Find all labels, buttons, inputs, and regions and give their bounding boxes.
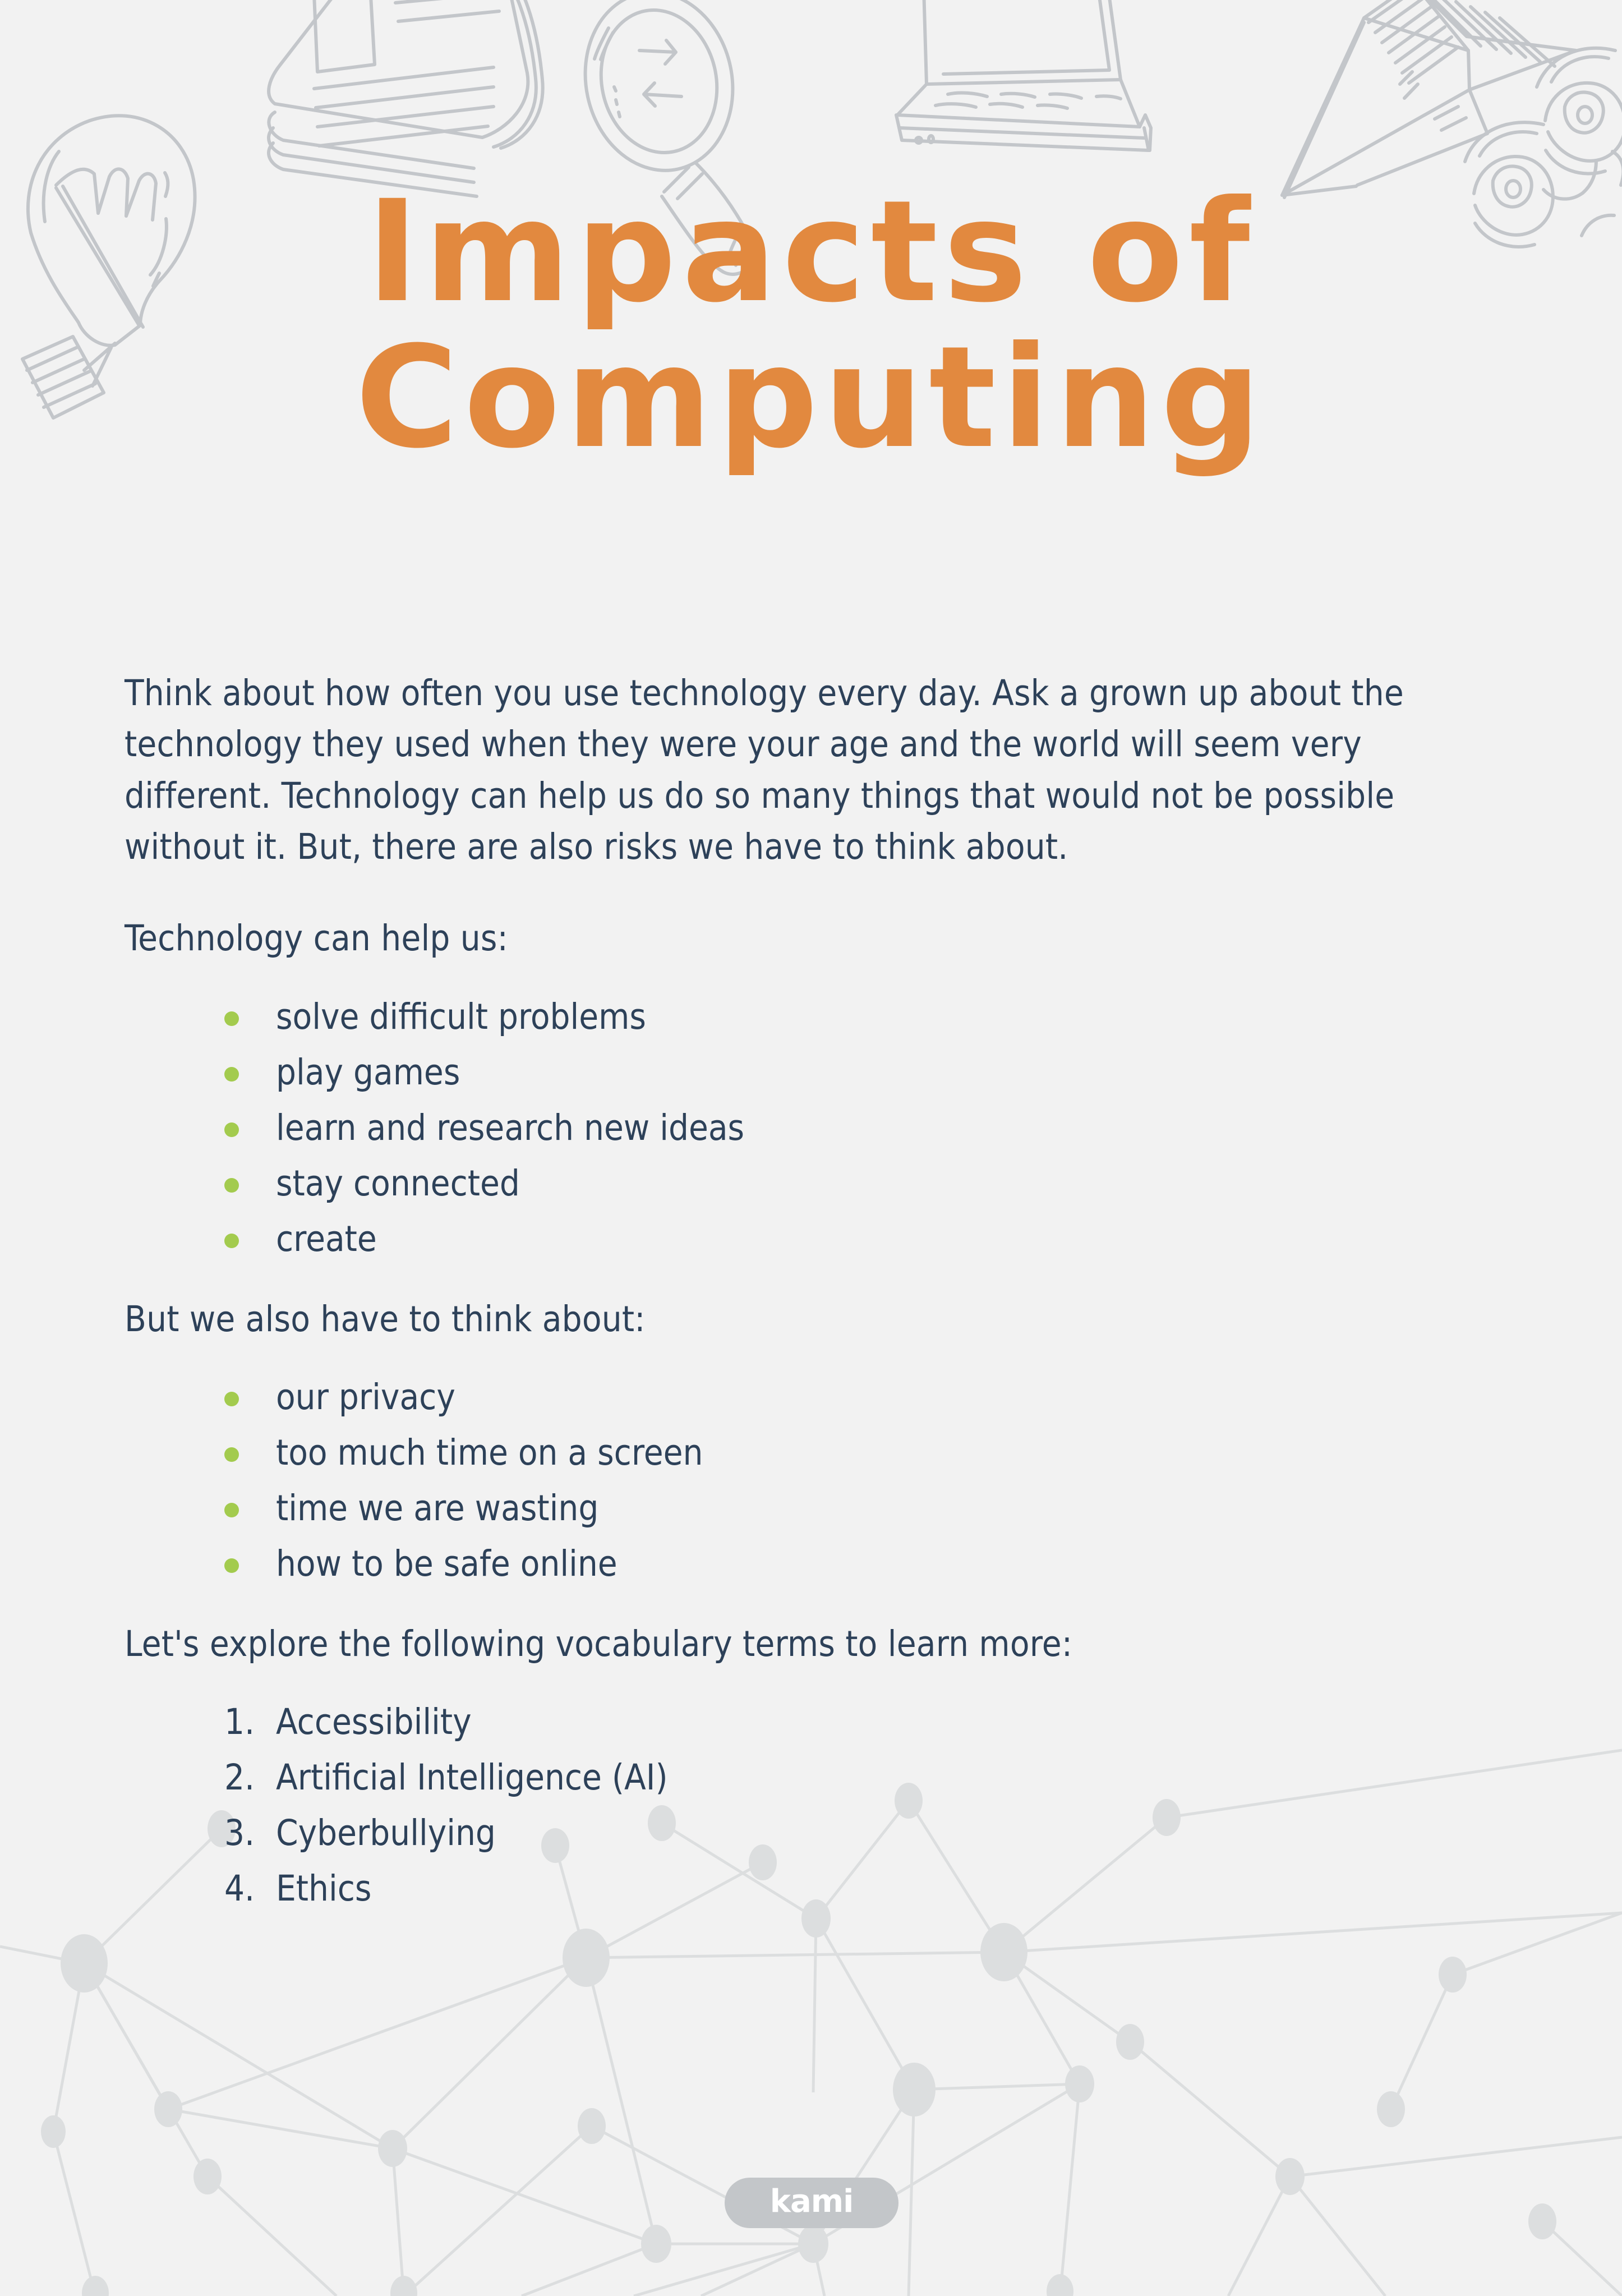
list-item: too much time on a screen (224, 1435, 1493, 1470)
page-title: Impacts of Computing (0, 170, 1622, 479)
kami-wordmark: kami (769, 2183, 854, 2220)
bullet-dot-icon (224, 1447, 239, 1462)
bullet-dot-icon (224, 1558, 239, 1573)
bullet-dot-icon (224, 1233, 239, 1248)
list-item: 3. Cyberbullying (224, 1815, 1493, 1851)
benefits-lead-text: Technology can help us: (125, 918, 508, 959)
worksheet-content: Think about how often you use technology… (125, 668, 1493, 1906)
risks-lead-text: But we also have to think about: (125, 1298, 646, 1340)
title-line-2: Computing (355, 315, 1267, 479)
list-item: create (224, 1221, 1493, 1257)
list-item-label: create (276, 1218, 377, 1259)
list-item-number: 2. (224, 1757, 255, 1798)
list-item-number: 4. (224, 1868, 255, 1910)
list-item-label: Cyberbullying (276, 1812, 496, 1854)
list-item-label: our privacy (276, 1377, 455, 1418)
list-item-label: stay connected (276, 1162, 520, 1204)
bullet-dot-icon (224, 1503, 239, 1518)
list-item: 2. Artificial Intelligence (AI) (224, 1760, 1493, 1795)
list-item: play games (224, 1055, 1493, 1090)
kami-logo: kami (725, 2178, 898, 2228)
list-item: learn and research new ideas (224, 1110, 1493, 1145)
intro-paragraph: Think about how often you use technology… (125, 673, 1404, 868)
list-item-number: 3. (224, 1812, 255, 1854)
list-item-label: time we are wasting (276, 1488, 599, 1529)
list-item-label: solve difficult problems (276, 996, 646, 1037)
list-item-label: play games (276, 1051, 460, 1093)
list-item-label: too much time on a screen (276, 1432, 703, 1474)
benefits-list: solve difficult problems play games lear… (125, 999, 1493, 1257)
list-item: time we are wasting (224, 1490, 1493, 1526)
vocab-lead-text: Let's explore the following vocabulary t… (125, 1623, 1073, 1665)
list-item-label: Artificial Intelligence (AI) (276, 1757, 668, 1798)
list-item: how to be safe online (224, 1546, 1493, 1581)
vocabulary-list: 1. Accessibility 2. Artificial Intelligenc… (125, 1704, 1493, 1906)
bullet-dot-icon (224, 1122, 239, 1137)
bullet-dot-icon (224, 1177, 239, 1193)
list-item: 4. Ethics (224, 1871, 1493, 1906)
bullet-dot-icon (224, 1392, 239, 1407)
list-item: stay connected (224, 1166, 1493, 1201)
list-item-label: Ethics (276, 1868, 372, 1910)
bullet-dot-icon (224, 1011, 239, 1026)
risks-list: our privacy too much time on a screen ti… (125, 1379, 1493, 1581)
list-item: 1. Accessibility (224, 1704, 1493, 1740)
list-item-label: learn and research new ideas (276, 1107, 745, 1148)
title-line-1: Impacts of (366, 170, 1256, 333)
list-item-label: how to be safe online (276, 1543, 618, 1585)
list-item: our privacy (224, 1379, 1493, 1415)
list-item-number: 1. (224, 1701, 255, 1743)
list-item-label: Accessibility (276, 1701, 472, 1743)
bullet-dot-icon (224, 1066, 239, 1082)
list-item: solve difficult problems (224, 999, 1493, 1034)
worksheet-page: Impacts of Computing Think about how oft… (0, 0, 1622, 2296)
